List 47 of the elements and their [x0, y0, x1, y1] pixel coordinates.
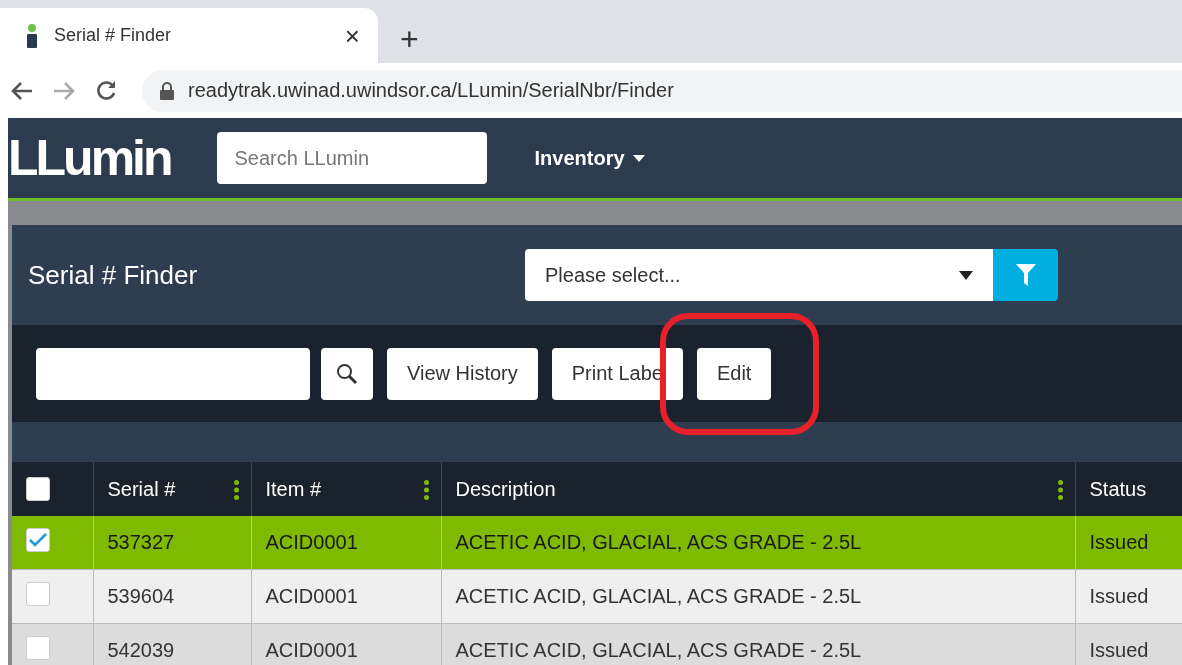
column-header[interactable]: Serial # [93, 462, 251, 516]
check-icon [29, 533, 47, 547]
column-header[interactable]: Description [441, 462, 1075, 516]
table-cell: Issued [1075, 623, 1182, 665]
column-menu-icon[interactable] [233, 480, 239, 500]
column-header[interactable]: Status [1075, 462, 1182, 516]
checkbox[interactable] [26, 528, 50, 552]
nav-menu-button[interactable]: Inventory [534, 146, 645, 170]
table-cell: ACETIC ACID, GLACIAL, ACS GRADE - 2.5L [441, 623, 1075, 665]
favicon-icon [26, 23, 38, 48]
table-cell: 537327 [93, 516, 251, 570]
column-menu-icon[interactable] [1057, 480, 1063, 500]
search-field[interactable]: Search LLumin [216, 132, 487, 184]
logo: LLumin [8, 133, 171, 183]
caret-icon [959, 270, 973, 280]
new-tab-button[interactable]: + [400, 23, 419, 55]
table-cell: Issued [1075, 569, 1182, 624]
filter-icon [1015, 264, 1036, 286]
search-button[interactable] [321, 347, 373, 400]
column-header[interactable]: Item # [251, 462, 441, 516]
table-cell: ACID0001 [251, 623, 441, 665]
lock-icon [160, 81, 174, 100]
caret-icon [632, 154, 645, 162]
checkbox[interactable] [26, 582, 50, 606]
table-cell: Issued [1075, 516, 1182, 570]
browser-tab[interactable]: Serial # Finder × [0, 8, 378, 63]
panel-title: Serial # Finder [28, 259, 199, 291]
table-cell: 542039 [93, 623, 251, 665]
table-cell: ACID0001 [251, 516, 441, 570]
toolbar-button[interactable]: Print Labe [551, 347, 683, 400]
tab-title: Serial # Finder [54, 25, 173, 46]
column-menu-icon[interactable] [423, 480, 429, 500]
search-icon [336, 362, 358, 385]
toolbar-button[interactable]: View History [387, 347, 538, 400]
table-cell: 539604 [93, 569, 251, 624]
serial-search-field[interactable] [36, 347, 310, 400]
checkbox[interactable] [26, 477, 50, 501]
toolbar-button[interactable]: Edit [696, 347, 772, 400]
table-cell: ACETIC ACID, GLACIAL, ACS GRADE - 2.5L [441, 516, 1075, 570]
filter-dropdown[interactable]: Please select... [525, 249, 993, 301]
close-tab-button[interactable]: × [340, 22, 364, 49]
address-bar[interactable]: readytrak.uwinad.uwindsor.ca/LLumin/SerialNbr/Finder [142, 69, 1182, 112]
filter-button[interactable] [993, 249, 1058, 301]
url-text: readytrak.uwinad.uwindsor.ca/LLumin/SerialNbr/Finder [188, 79, 674, 102]
table-cell: ACETIC ACID, GLACIAL, ACS GRADE - 2.5L [441, 569, 1075, 624]
checkbox[interactable] [26, 636, 50, 660]
table-cell: ACID0001 [251, 569, 441, 624]
